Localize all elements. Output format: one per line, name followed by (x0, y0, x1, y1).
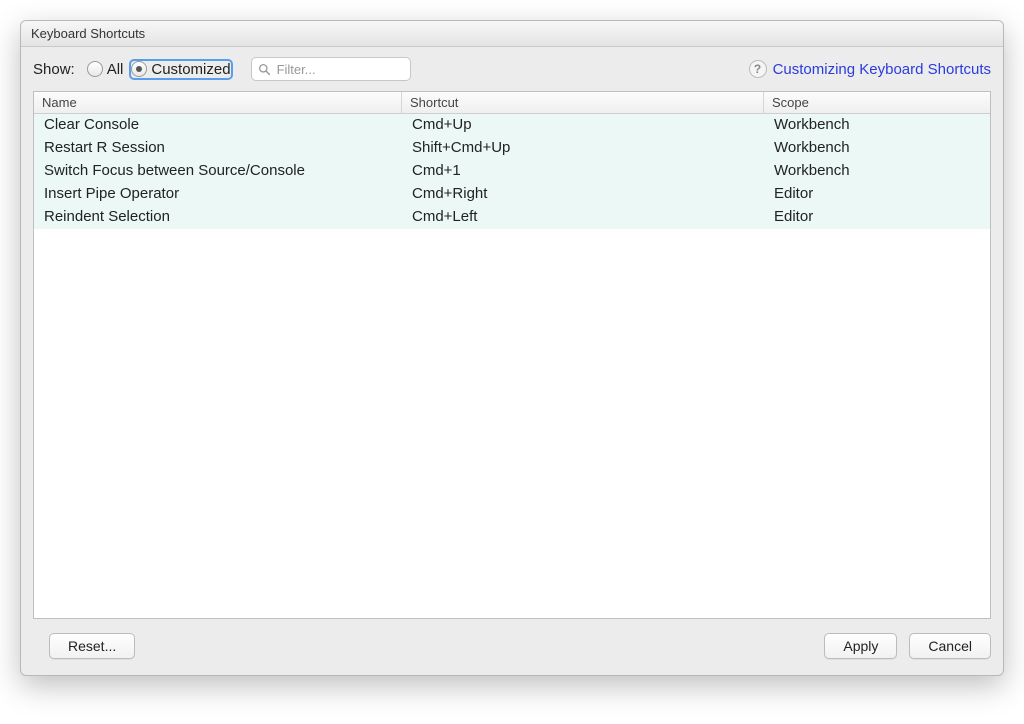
table-row[interactable]: Clear ConsoleCmd+UpWorkbench (34, 114, 990, 137)
cell-scope: Workbench (764, 137, 990, 160)
cell-shortcut: Cmd+Right (402, 183, 764, 206)
cell-shortcut: Cmd+1 (402, 160, 764, 183)
cell-shortcut: Cmd+Up (402, 114, 764, 137)
table-body: Clear ConsoleCmd+UpWorkbenchRestart R Se… (34, 114, 990, 229)
search-icon (258, 63, 271, 76)
table-row[interactable]: Insert Pipe OperatorCmd+RightEditor (34, 183, 990, 206)
cell-name: Switch Focus between Source/Console (34, 160, 402, 183)
window-titlebar: Keyboard Shortcuts (21, 21, 1003, 47)
cell-shortcut: Shift+Cmd+Up (402, 137, 764, 160)
radio-customized[interactable]: Customized (129, 59, 232, 80)
cell-scope: Workbench (764, 160, 990, 183)
dialog-window: Keyboard Shortcuts Show: All Customized … (20, 20, 1004, 676)
apply-button[interactable]: Apply (824, 633, 897, 659)
radio-customized-label: Customized (151, 61, 230, 78)
cell-scope: Workbench (764, 114, 990, 137)
radio-icon (87, 61, 103, 77)
cell-name: Restart R Session (34, 137, 402, 160)
radio-icon (131, 61, 147, 77)
cell-scope: Editor (764, 183, 990, 206)
reset-button[interactable]: Reset... (49, 633, 135, 659)
col-header-name[interactable]: Name (34, 92, 402, 113)
window-title: Keyboard Shortcuts (31, 26, 145, 41)
table-row[interactable]: Switch Focus between Source/ConsoleCmd+1… (34, 160, 990, 183)
col-header-scope[interactable]: Scope (764, 92, 990, 113)
cell-shortcut: Cmd+Left (402, 206, 764, 229)
cell-scope: Editor (764, 206, 990, 229)
table-row[interactable]: Reindent SelectionCmd+LeftEditor (34, 206, 990, 229)
help-link[interactable]: ? Customizing Keyboard Shortcuts (749, 60, 991, 78)
cell-name: Clear Console (34, 114, 402, 137)
show-radio-group: All Customized (85, 59, 233, 80)
cell-name: Insert Pipe Operator (34, 183, 402, 206)
dialog-footer: Reset... Apply Cancel (21, 619, 1003, 675)
show-label: Show: (33, 61, 75, 78)
cell-name: Reindent Selection (34, 206, 402, 229)
toolbar: Show: All Customized ? Customizing Keybo… (21, 47, 1003, 91)
radio-all-label: All (107, 61, 124, 78)
radio-all[interactable]: All (85, 59, 126, 80)
cancel-button[interactable]: Cancel (909, 633, 991, 659)
table-row[interactable]: Restart R SessionShift+Cmd+UpWorkbench (34, 137, 990, 160)
filter-box[interactable] (251, 57, 411, 81)
shortcuts-table: Name Shortcut Scope Clear ConsoleCmd+UpW… (33, 91, 991, 619)
table-header: Name Shortcut Scope (34, 92, 990, 114)
help-link-label: Customizing Keyboard Shortcuts (773, 61, 991, 78)
help-icon: ? (749, 60, 767, 78)
col-header-shortcut[interactable]: Shortcut (402, 92, 764, 113)
filter-input[interactable] (275, 61, 404, 78)
